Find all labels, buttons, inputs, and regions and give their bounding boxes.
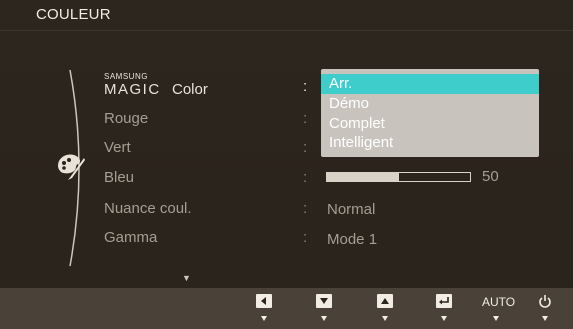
osd-screen: COULEUR SAMSUNG MAGIC Color Rouge Vert B…	[0, 0, 573, 329]
option-intelligent[interactable]: Intelligent	[321, 133, 539, 153]
up-arrow-key-icon[interactable]	[377, 294, 393, 308]
blue-slider-value: 50	[482, 168, 499, 185]
menu-item-nuance[interactable]: Nuance coul.	[104, 200, 192, 220]
menu-item-vert[interactable]: Vert	[104, 139, 131, 159]
colon-vert: :	[303, 139, 308, 156]
down-arrow-key-icon[interactable]	[316, 294, 332, 308]
auto-key-tick-icon	[493, 316, 499, 321]
enter-key-tick-icon	[441, 316, 447, 321]
menu-title: COULEUR	[36, 6, 111, 23]
menu-item-rouge[interactable]: Rouge	[104, 110, 148, 130]
colon-rouge: :	[303, 110, 308, 127]
colon-magic: :	[303, 78, 308, 95]
option-arr[interactable]: Arr.	[321, 74, 539, 94]
blue-slider-fill	[327, 173, 399, 181]
colon-bleu: :	[303, 169, 308, 186]
enter-key-icon[interactable]	[436, 294, 452, 308]
menu-item-bleu[interactable]: Bleu	[104, 169, 134, 189]
option-complet[interactable]: Complet	[321, 114, 539, 134]
option-demo[interactable]: Démo	[321, 94, 539, 114]
magic-color-dropdown[interactable]: Arr. Démo Complet Intelligent	[321, 69, 539, 157]
colon-nuance: :	[303, 200, 308, 217]
nuance-value: Normal	[327, 201, 376, 218]
auto-button[interactable]: AUTO	[482, 295, 515, 309]
magic-color-magic: MAGIC	[104, 81, 161, 98]
down-key-tick-icon	[321, 316, 327, 321]
scroll-down-icon: ▼	[182, 273, 191, 283]
left-arrow-key-icon[interactable]	[256, 294, 272, 308]
magic-color-brand: SAMSUNG	[104, 72, 148, 81]
left-key-tick-icon	[261, 316, 267, 321]
title-divider	[0, 30, 573, 31]
gamma-value: Mode 1	[327, 231, 378, 248]
magic-color-label: Color	[172, 81, 208, 98]
menu-item-magic-color[interactable]: SAMSUNG MAGIC Color	[104, 72, 224, 98]
palette-icon	[54, 150, 88, 184]
menu-item-gamma[interactable]: Gamma	[104, 229, 157, 249]
up-key-tick-icon	[382, 316, 388, 321]
bottom-button-bar: AUTO	[0, 288, 573, 329]
power-key-tick-icon	[542, 316, 548, 321]
power-icon[interactable]	[538, 293, 552, 309]
blue-slider[interactable]	[326, 172, 471, 182]
colon-gamma: :	[303, 229, 308, 246]
